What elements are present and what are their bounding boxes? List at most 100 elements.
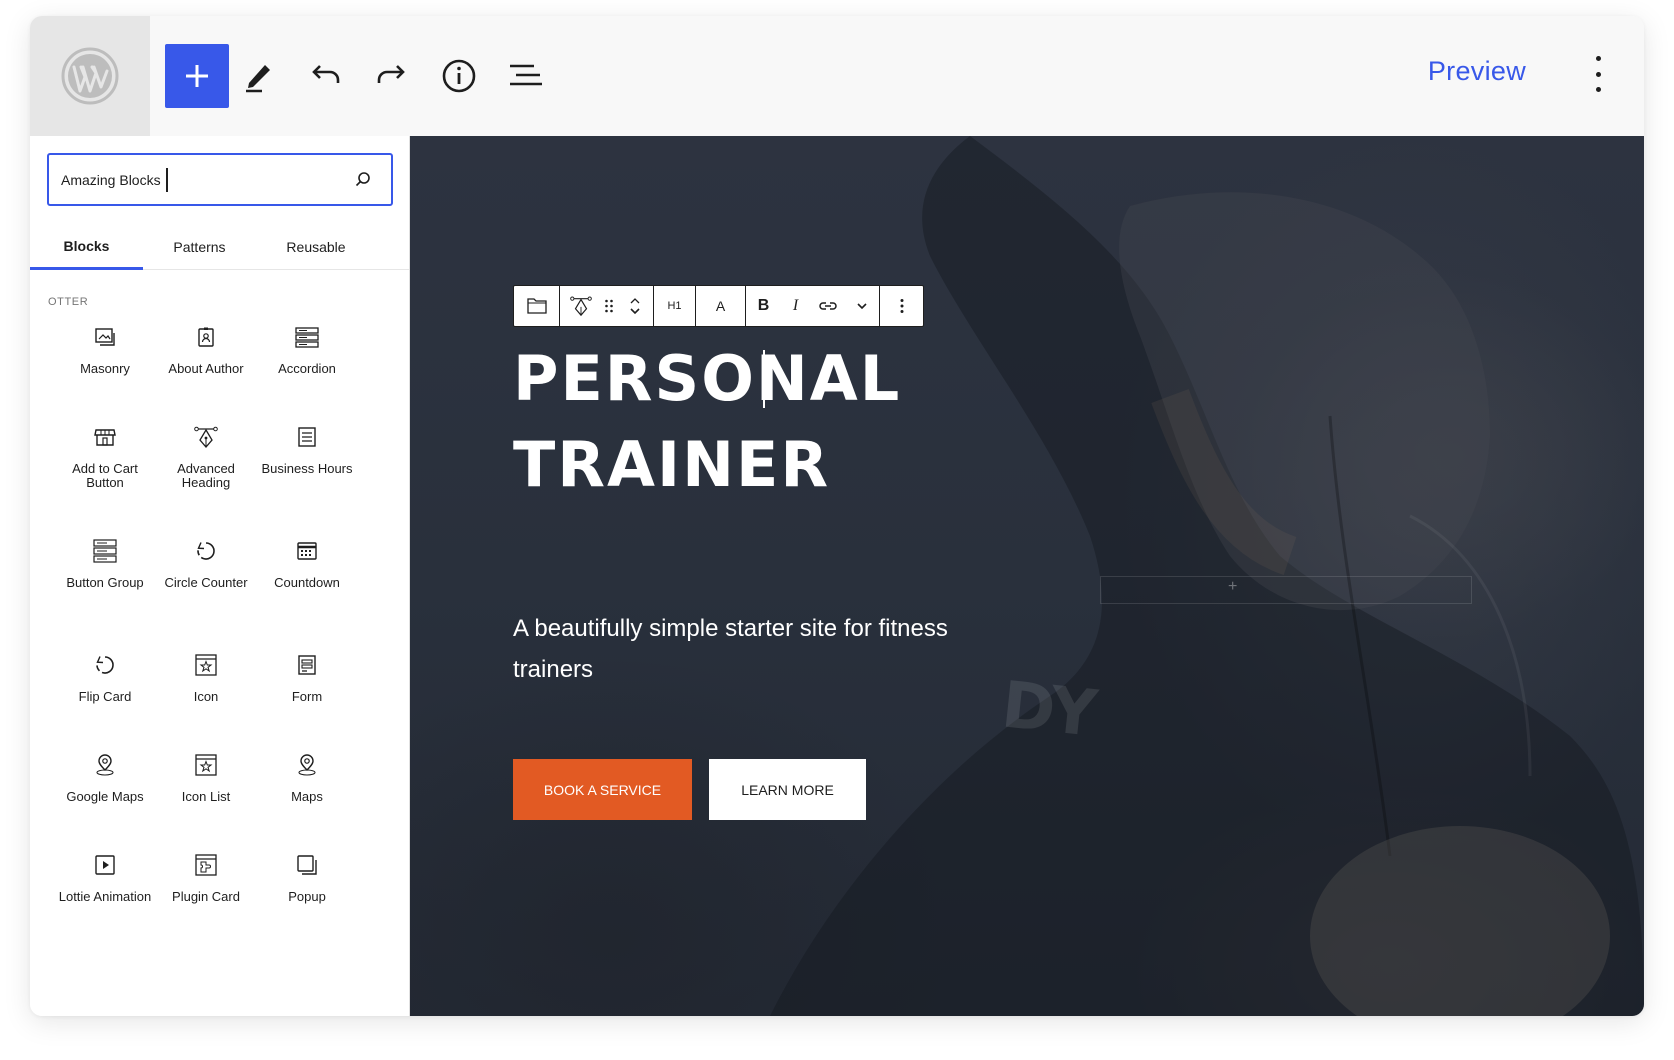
plus-icon[interactable]: + <box>1228 578 1237 596</box>
redo-button[interactable] <box>360 44 424 108</box>
block-item-plugin-card[interactable]: Plugin Card <box>152 838 260 938</box>
block-item-about-author[interactable]: About Author <box>152 310 260 410</box>
chevron-up-icon[interactable] <box>629 296 641 305</box>
block-item-flip-card[interactable]: Flip Card <box>51 638 159 738</box>
flip-card-icon <box>92 652 118 678</box>
block-label: Form <box>291 689 323 704</box>
undo-button[interactable] <box>293 44 357 108</box>
block-item-circle-counter[interactable]: Circle Counter <box>152 524 260 624</box>
editor-canvas[interactable]: DY H1 A B I PERSONAL TRAINER + A beautif… <box>410 136 1644 1016</box>
block-label: Flip Card <box>78 689 132 704</box>
text-caret <box>763 350 765 408</box>
search-icon[interactable] <box>353 170 373 190</box>
wordpress-logo-icon[interactable] <box>30 16 150 136</box>
button-group-icon <box>92 538 118 564</box>
block-item-masonry[interactable]: Masonry <box>51 310 159 410</box>
block-label: Icon List <box>181 789 231 804</box>
block-label: Icon <box>193 689 219 704</box>
block-item-button-group[interactable]: Button Group <box>51 524 159 624</box>
redo-icon <box>377 65 405 83</box>
block-item-lottie-animation[interactable]: Lottie Animation <box>51 838 159 938</box>
editor-header: Preview <box>30 16 1644 136</box>
hero-heading-line: PERSONAL <box>513 342 902 415</box>
block-label: Lottie Animation <box>58 889 152 904</box>
calendar-icon <box>294 538 320 564</box>
block-inserter-panel: Blocks Patterns Reusable OTTER Masonry <box>30 136 410 1016</box>
hero-heading[interactable]: PERSONAL TRAINER <box>513 336 1113 508</box>
more-rich-text-button[interactable] <box>845 286 879 326</box>
drag-handle-icon[interactable] <box>598 286 620 326</box>
block-label: Countdown <box>274 575 340 590</box>
block-item-maps[interactable]: Maps <box>253 738 361 838</box>
block-item-form[interactable]: Form <box>253 638 361 738</box>
list-view-button[interactable] <box>494 44 558 108</box>
svg-text:DY: DY <box>998 668 1101 752</box>
accordion-icon <box>294 324 320 350</box>
tab-label: Patterns <box>173 239 226 255</box>
pen-nib-icon <box>569 296 592 317</box>
heading-level-button[interactable]: H1 <box>654 286 695 326</box>
details-button[interactable] <box>427 44 491 108</box>
add-block-button[interactable] <box>165 44 229 108</box>
italic-button[interactable]: I <box>781 286 811 326</box>
block-item-add-to-cart-button[interactable]: Add to Cart Button <box>51 410 159 510</box>
block-label: Accordion <box>278 361 336 376</box>
text-caret <box>166 168 168 192</box>
block-item-countdown[interactable]: Countdown <box>253 524 361 624</box>
link-button[interactable] <box>811 286 845 326</box>
search-box[interactable] <box>47 153 393 206</box>
category-label: OTTER <box>48 296 89 308</box>
block-item-popup[interactable]: Popup <box>253 838 361 938</box>
options-menu-icon[interactable] <box>1588 56 1608 92</box>
chevron-down-icon <box>856 303 867 310</box>
folder-icon <box>526 298 547 314</box>
block-label: Plugin Card <box>172 889 240 904</box>
tab-blocks[interactable]: Blocks <box>30 228 143 270</box>
block-item-icon-list[interactable]: Icon List <box>152 738 260 838</box>
popup-icon <box>294 852 320 878</box>
undo-icon <box>312 65 340 83</box>
chevron-down-icon[interactable] <box>629 305 641 317</box>
block-label: Add to Cart Button <box>72 461 138 490</box>
block-label: Button Group <box>66 575 144 590</box>
masonry-icon <box>92 324 118 350</box>
block-label: Masonry <box>80 361 130 376</box>
tab-reusable[interactable]: Reusable <box>256 228 376 270</box>
block-placeholder[interactable] <box>1100 576 1472 604</box>
block-options-button[interactable] <box>880 286 923 326</box>
bold-button[interactable]: B <box>747 286 781 326</box>
learn-more-button[interactable]: LEARN MORE <box>709 759 866 820</box>
block-item-accordion[interactable]: Accordion <box>253 310 361 410</box>
block-label: Circle Counter <box>164 575 248 590</box>
icon-list-icon <box>193 752 219 778</box>
preview-button[interactable]: Preview <box>1428 56 1526 87</box>
parent-block-button[interactable] <box>514 286 559 326</box>
hero-subtitle[interactable]: A beautifully simple starter site for fi… <box>513 608 993 690</box>
block-toolbar: H1 A B I <box>513 285 924 327</box>
storefront-icon <box>92 424 118 450</box>
block-label: About Author <box>168 361 244 376</box>
block-label: Google Maps <box>66 789 144 804</box>
map-pin-icon <box>92 752 118 778</box>
block-label: Maps <box>291 789 323 804</box>
block-item-advanced-heading[interactable]: Advanced Heading <box>152 410 260 510</box>
circle-counter-icon <box>193 538 219 564</box>
tab-patterns[interactable]: Patterns <box>143 228 256 270</box>
block-type-button[interactable] <box>564 286 598 326</box>
tools-button[interactable] <box>226 44 290 108</box>
block-item-icon[interactable]: Icon <box>152 638 260 738</box>
text-color-button[interactable]: A <box>696 286 745 326</box>
block-item-business-hours[interactable]: Business Hours <box>253 410 361 510</box>
search-input[interactable] <box>61 167 331 193</box>
move-block-buttons[interactable] <box>620 286 650 326</box>
hero-heading-line: TRAINER <box>513 428 831 501</box>
block-item-google-maps[interactable]: Google Maps <box>51 738 159 838</box>
block-label: Popup <box>288 889 326 904</box>
pencil-icon <box>246 65 270 93</box>
plugin-card-icon <box>193 852 219 878</box>
book-service-button[interactable]: BOOK A SERVICE <box>513 759 692 820</box>
list-document-icon <box>294 424 320 450</box>
pen-nib-icon <box>193 424 219 450</box>
tab-label: Reusable <box>286 239 346 255</box>
block-label: Business Hours <box>261 461 353 476</box>
